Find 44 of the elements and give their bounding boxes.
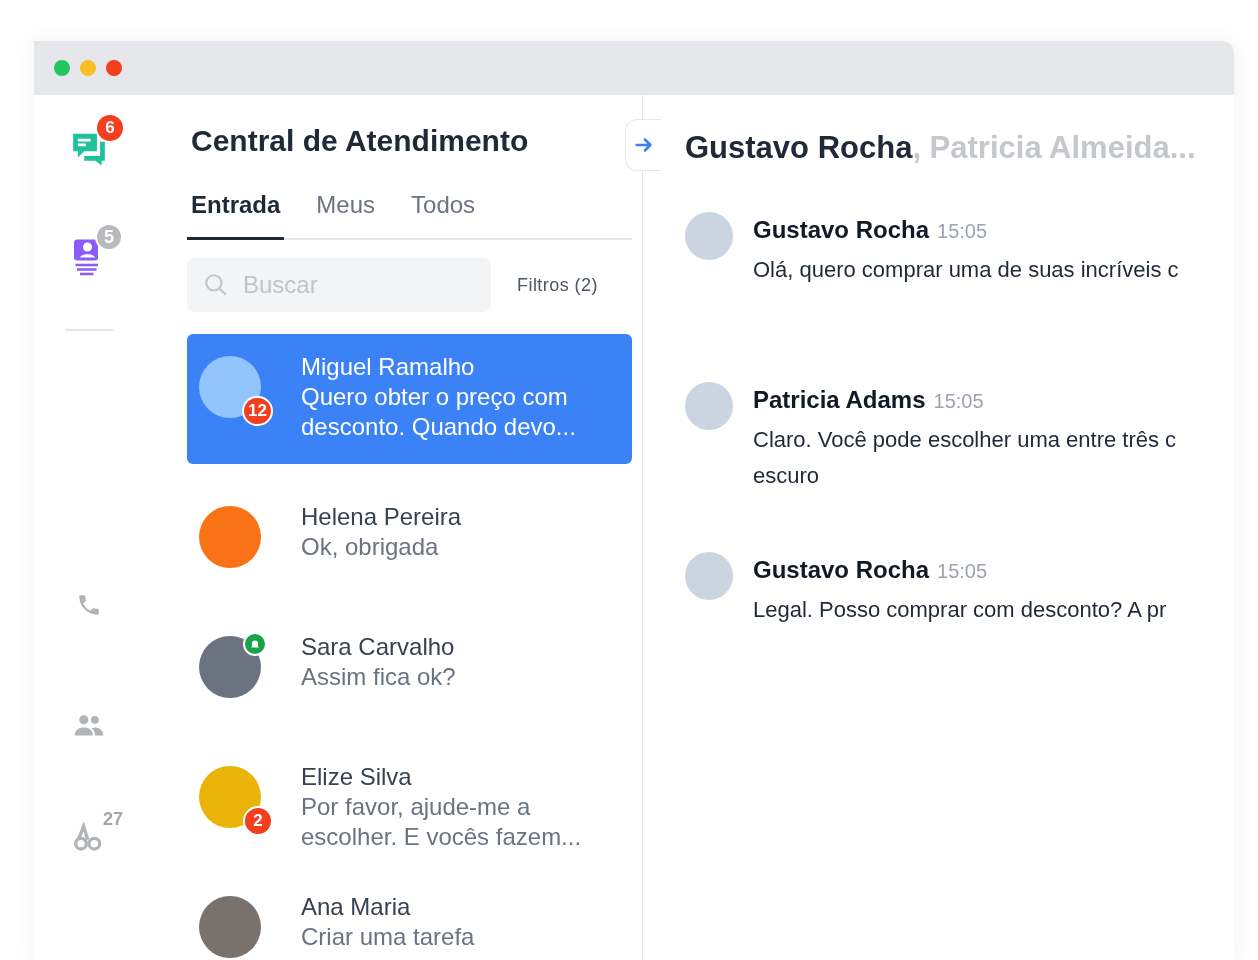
conversation-item[interactable]: Sara Carvalho Assim fica ok?: [187, 614, 632, 744]
message-time: 15:05: [933, 388, 984, 414]
message-time: 15:05: [937, 558, 988, 584]
message-text: Olá, quero comprar uma de suas incríveis c: [753, 255, 1179, 284]
message-preview: Por favor, ajude-me a escolher. E vocês fazem...: [301, 792, 583, 852]
chat-title: Gustavo Rocha: [685, 129, 913, 167]
collapse-tab[interactable]: [625, 119, 661, 171]
message-preview: Ok, obrigada: [301, 532, 440, 562]
phone-icon: [76, 592, 102, 618]
contact-name: Sara Carvalho: [301, 632, 456, 662]
tab[interactable]: Entrada: [187, 187, 285, 240]
message-text: Legal. Posso comprar com desconto? A pr: [753, 595, 1167, 624]
conversation-item[interactable]: 2 Elize Silva Por favor, ajude-me a escolher. E vocês fazem...: [187, 744, 632, 874]
sidebar-item[interactable]: 6: [53, 113, 125, 183]
avatar: [685, 551, 733, 600]
contact-name: Helena Pereira: [301, 502, 463, 532]
author-name: Gustavo Rocha: [753, 554, 930, 585]
conversation-item[interactable]: Ana Maria Criar uma tarefa: [187, 874, 632, 960]
author-name: Gustavo Rocha: [753, 214, 930, 245]
message-preview: Criar uma tarefa: [301, 922, 476, 952]
filters-button[interactable]: Filtros (2): [517, 271, 598, 299]
message-time: 15:05: [937, 218, 988, 244]
avatar: [685, 381, 733, 430]
count-label: 27: [102, 809, 123, 829]
message-text: Claro. Você pode escolher uma entre três c escuro: [753, 425, 1177, 490]
people-icon: [73, 712, 105, 738]
contact-name: Ana Maria: [301, 892, 412, 922]
avatar: [685, 211, 733, 260]
unread-badge: 2: [243, 806, 273, 836]
contact-name: Miguel Ramalho: [301, 352, 476, 382]
contact-name: Elize Silva: [301, 762, 413, 792]
message-preview: Quero obter o preço com desconto. Quando devo...: [301, 382, 577, 442]
inbox-title: Central de Atendimento: [190, 123, 530, 159]
unread-badge: 12: [242, 396, 273, 426]
author-name: Patricia Adams: [753, 384, 926, 415]
count-badge: 6: [97, 115, 123, 141]
conversation-item[interactable]: Helena Pereira Ok, obrigada: [187, 484, 632, 614]
conversation-item[interactable]: 12 Miguel Ramalho Quero obter o preço com desconto. Quando devo...: [187, 334, 632, 464]
chat-participants: , Patricia Almeida...: [912, 129, 1196, 167]
tab[interactable]: Todos: [407, 187, 480, 240]
message-preview: Assim fica ok?: [301, 662, 457, 692]
count-badge: 5: [95, 223, 123, 251]
tab[interactable]: Meus: [312, 187, 380, 240]
search-icon: [203, 272, 229, 298]
